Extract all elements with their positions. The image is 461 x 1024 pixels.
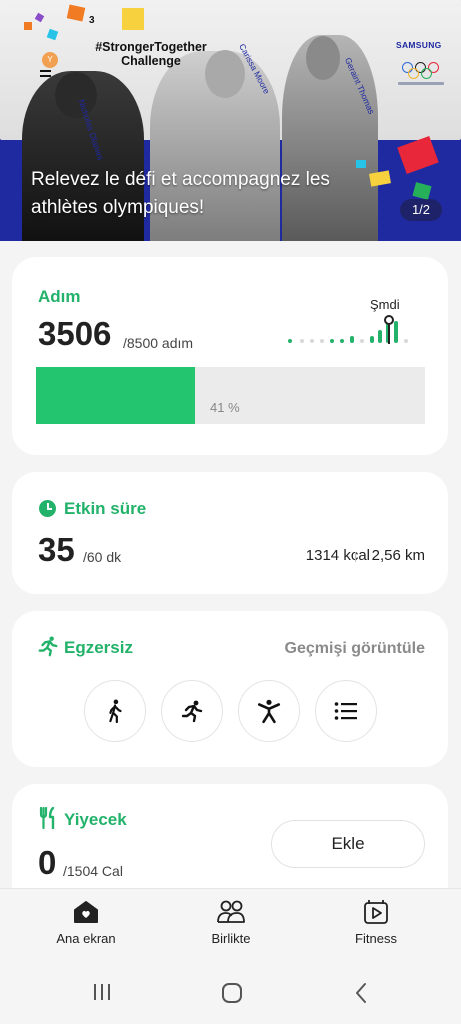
exercise-card[interactable]: Egzersiz Geçmişi görüntüle bbox=[12, 611, 448, 767]
mini-chart-dot bbox=[404, 339, 408, 343]
mini-chart-dot bbox=[310, 339, 314, 343]
mini-chart-dot bbox=[300, 339, 304, 343]
steps-progress-fill bbox=[36, 367, 196, 424]
nav-together-label: Birlikte bbox=[211, 931, 251, 946]
notification-count: 3 bbox=[89, 15, 95, 26]
walking-icon bbox=[109, 699, 122, 724]
menu-icon[interactable] bbox=[40, 70, 51, 80]
workout-button[interactable] bbox=[238, 680, 300, 742]
active-time-goal: /60 dk bbox=[83, 549, 122, 565]
steps-title: Adım bbox=[38, 287, 81, 306]
nav-home-label: Ana ekran bbox=[56, 931, 116, 946]
home-icon bbox=[74, 901, 98, 923]
steps-value: 3506 bbox=[38, 315, 112, 352]
mini-chart-dot bbox=[340, 339, 344, 343]
home-button-icon[interactable] bbox=[221, 982, 243, 1004]
stat-divider bbox=[355, 552, 356, 562]
now-marker-line bbox=[388, 324, 390, 344]
add-food-button[interactable]: Ekle bbox=[271, 820, 425, 868]
now-marker-icon bbox=[384, 315, 394, 325]
banner-headline: Relevez le défi et accompagnez les athlè… bbox=[31, 169, 330, 218]
confetti-orange-small bbox=[24, 22, 32, 30]
nav-together[interactable]: Birlikte bbox=[181, 899, 281, 946]
steps-card[interactable]: Adım 3506 /8500 adım Şmdi 41 % bbox=[12, 257, 448, 455]
running-icon bbox=[181, 700, 203, 723]
list-icon bbox=[334, 702, 357, 720]
exercise-title: Egzersiz bbox=[64, 638, 133, 657]
nav-home[interactable]: Ana ekran bbox=[36, 899, 136, 946]
bottom-navigation: Ana ekran Birlikte Fitness bbox=[0, 888, 461, 964]
mini-chart-dot bbox=[320, 339, 324, 343]
exercise-list-button[interactable] bbox=[315, 680, 377, 742]
nav-fitness[interactable]: Fitness bbox=[326, 899, 426, 946]
athlete-head-1 bbox=[55, 72, 97, 118]
back-icon[interactable] bbox=[353, 982, 369, 1004]
athlete-head-3 bbox=[306, 36, 340, 80]
olympic-caption-line bbox=[398, 82, 444, 85]
olympic-rings-icon bbox=[402, 62, 440, 80]
now-label: Şmdi bbox=[370, 297, 400, 312]
mini-chart-dot bbox=[330, 339, 334, 343]
challenge-title: #StrongerTogether Challenge bbox=[86, 40, 216, 68]
jumping-icon bbox=[257, 699, 281, 724]
confetti-yellow bbox=[122, 8, 144, 30]
challenge-title-line-2: Challenge bbox=[121, 54, 181, 68]
food-card[interactable]: Yiyecek 0 /1504 Cal Ekle bbox=[12, 784, 448, 889]
food-value: 0 bbox=[38, 844, 57, 881]
food-title: Yiyecek bbox=[64, 810, 127, 829]
food-goal: /1504 Cal bbox=[63, 863, 123, 879]
mini-chart-dot bbox=[360, 339, 364, 343]
view-history-link[interactable]: Geçmişi görüntüle bbox=[285, 640, 425, 658]
active-time-title: Etkin süre bbox=[64, 499, 147, 518]
fitness-video-icon bbox=[364, 900, 388, 924]
active-time-value: 35 bbox=[38, 531, 75, 568]
running-icon bbox=[38, 636, 58, 657]
confetti-orange bbox=[66, 4, 86, 22]
running-button[interactable] bbox=[161, 680, 223, 742]
calories-value: 1314 kcal bbox=[305, 547, 370, 564]
mini-chart-bar bbox=[378, 330, 382, 343]
mini-chart-dot bbox=[288, 339, 292, 343]
brand-logo: SAMSUNG bbox=[396, 40, 442, 50]
mini-chart-bar bbox=[394, 321, 398, 343]
steps-percent: 41 % bbox=[210, 400, 240, 415]
mini-chart-bar bbox=[350, 336, 354, 343]
system-navigation-bar bbox=[0, 964, 461, 1024]
distance-value: 2,56 km bbox=[371, 547, 425, 564]
active-time-card[interactable]: Etkin süre 35 /60 dk 1314 kcal 2,56 km bbox=[12, 472, 448, 594]
steps-goal: /8500 adım bbox=[123, 335, 194, 351]
challenge-title-line-1: #StrongerTogether bbox=[95, 40, 207, 54]
banner-pager: 1/2 bbox=[400, 199, 442, 221]
promo-banner[interactable]: 3 Y #StrongerTogether Challenge Nicholas… bbox=[0, 0, 461, 241]
fork-knife-icon bbox=[39, 807, 55, 829]
people-icon bbox=[217, 900, 245, 923]
mini-chart-bar bbox=[370, 336, 374, 343]
walking-button[interactable] bbox=[84, 680, 146, 742]
avatar[interactable]: Y bbox=[42, 52, 58, 68]
nav-fitness-label: Fitness bbox=[355, 931, 397, 946]
recent-apps-icon[interactable] bbox=[92, 982, 112, 1002]
clock-icon bbox=[39, 500, 56, 517]
steps-progress-bar bbox=[36, 367, 425, 424]
